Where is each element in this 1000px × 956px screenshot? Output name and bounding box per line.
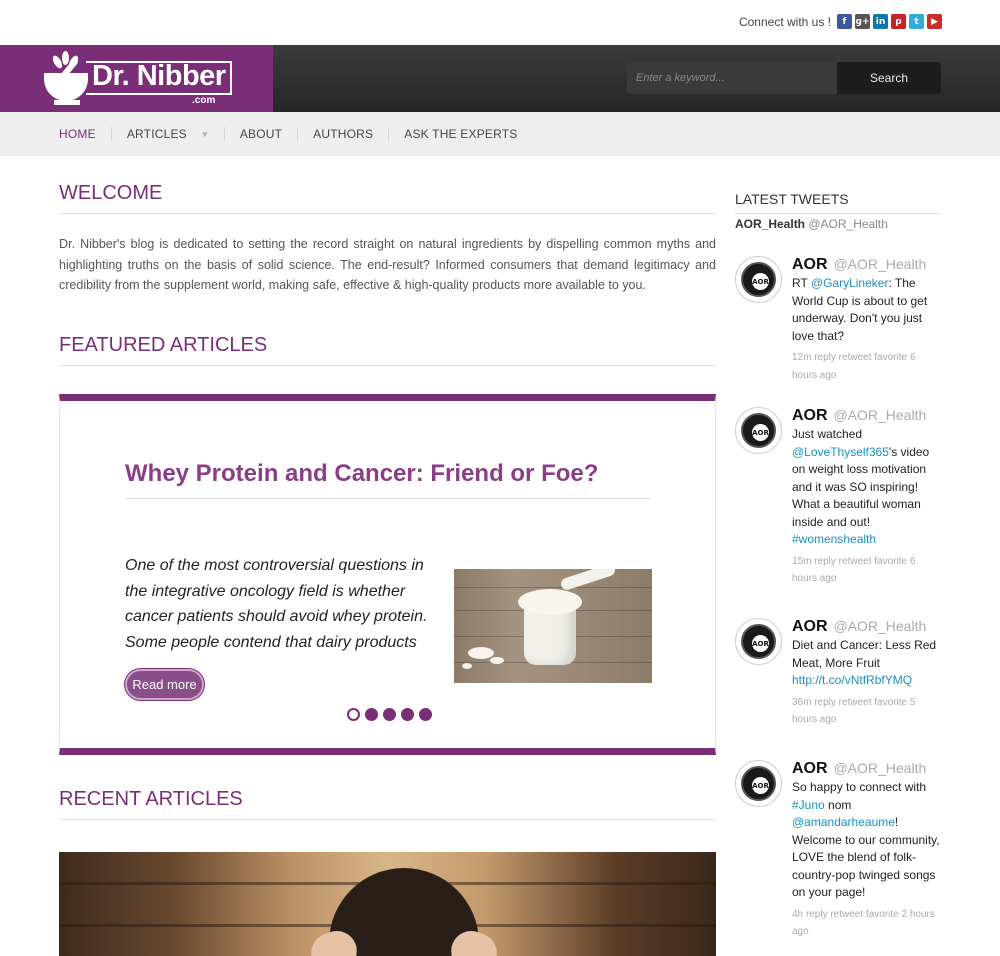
mortar-icon <box>44 73 88 101</box>
tweet-link[interactable]: @amandarheaume <box>792 815 895 829</box>
logo-tld: .com <box>192 95 216 106</box>
tweet-text: So happy to connect with #Juno nom @aman… <box>792 780 940 899</box>
twitter-icon[interactable]: t <box>909 14 924 29</box>
nav-separator <box>223 127 225 141</box>
slide-excerpt: One of the most controversial questions … <box>125 557 428 651</box>
featured-slider: Whey Protein and Cancer: Friend or Foe? … <box>59 394 716 755</box>
facebook-icon[interactable]: f <box>837 14 852 29</box>
slider-dot[interactable] <box>347 708 360 721</box>
avatar[interactable]: AOR <box>735 407 782 454</box>
tweet-meta[interactable]: 4h reply retweet favorite 2 hours ago <box>792 906 941 941</box>
top-bar: Connect with us ! f g+ in p t ▶ <box>0 0 1000 45</box>
tweet-author[interactable]: AOR @AOR_Health <box>792 407 941 425</box>
slider-dot[interactable] <box>419 708 432 721</box>
slider-dot[interactable] <box>401 708 414 721</box>
social-connect: Connect with us ! f g+ in p t ▶ <box>739 14 942 29</box>
tweet-author[interactable]: AOR @AOR_Health <box>792 618 941 636</box>
tweet-link[interactable]: @GaryLineker <box>811 276 889 290</box>
nav-item-ask-the-experts[interactable]: ASK THE EXPERTS <box>404 127 517 141</box>
slide-title[interactable]: Whey Protein and Cancer: Friend or Foe? <box>125 460 651 499</box>
google-plus-icon[interactable]: g+ <box>855 14 870 29</box>
avatar[interactable]: AOR <box>735 760 782 807</box>
latest-tweets-title: LATEST TWEETS <box>735 191 941 214</box>
tweet-link[interactable]: #womenshealth <box>792 532 876 546</box>
tweet-meta[interactable]: 15m reply retweet favorite 6 hours ago <box>792 553 941 588</box>
youtube-icon[interactable]: ▶ <box>927 14 942 29</box>
tweet-text: RT @GaryLineker: The World Cup is about … <box>792 276 928 343</box>
chevron-down-icon[interactable]: ▼ <box>201 130 209 139</box>
nav-separator <box>297 127 299 141</box>
tweet-link[interactable]: #Juno <box>792 798 825 812</box>
avatar[interactable]: AOR <box>735 618 782 665</box>
avatar[interactable]: AOR <box>735 256 782 303</box>
tweet-text: Just watched @LoveThyself365's video on … <box>792 427 930 546</box>
slider-dot[interactable] <box>365 708 378 721</box>
read-more-button[interactable]: Read more <box>125 669 204 700</box>
slide-image[interactable] <box>454 569 652 683</box>
site-header: Dr. Nibber .com Search <box>0 45 1000 112</box>
search-button[interactable]: Search <box>837 62 941 94</box>
search-input[interactable] <box>627 62 838 94</box>
tweet-author[interactable]: AOR @AOR_Health <box>792 760 941 778</box>
tweet-text: Diet and Cancer: Less Red Meat, More Fru… <box>792 638 937 687</box>
tweet-meta[interactable]: 12m reply retweet favorite 6 hours ago <box>792 349 941 384</box>
main-nav: HOME ARTICLES ▼ ABOUT AUTHORS ASK THE EXPERTS <box>0 112 1000 156</box>
featured-articles-title: FEATURED ARTICLES <box>59 334 716 366</box>
tweet-author[interactable]: AOR @AOR_Health <box>792 256 941 274</box>
twitter-user[interactable]: AOR_Health @AOR_Health <box>735 217 888 231</box>
tweet-link[interactable]: http://t.co/vNtfRbfYMQ <box>792 673 912 687</box>
recent-article-image[interactable] <box>59 852 716 956</box>
logo-name: Dr. Nibber <box>92 60 226 92</box>
pinterest-icon[interactable]: p <box>891 14 906 29</box>
nav-item-authors[interactable]: AUTHORS <box>313 127 373 141</box>
twitter-user-handle: @AOR_Health <box>808 217 888 231</box>
nav-item-home[interactable]: HOME <box>59 127 96 141</box>
twitter-user-name: AOR_Health <box>735 217 806 231</box>
logo[interactable]: Dr. Nibber .com <box>0 45 273 112</box>
nav-separator <box>110 127 112 141</box>
recent-articles-title: RECENT ARTICLES <box>59 788 716 820</box>
nav-separator <box>388 127 390 141</box>
connect-label: Connect with us ! <box>738 14 831 29</box>
slider-dot[interactable] <box>383 708 396 721</box>
welcome-text: Dr. Nibber's blog is dedicated to settin… <box>59 237 716 292</box>
tweet-link[interactable]: @LoveThyself365 <box>792 445 889 459</box>
nav-item-articles[interactable]: ARTICLES <box>127 127 187 141</box>
nav-item-about[interactable]: ABOUT <box>240 127 282 141</box>
linkedin-icon[interactable]: in <box>873 14 888 29</box>
search-form: Search <box>627 62 941 94</box>
tweet-meta[interactable]: 36m reply retweet favorite 5 hours ago <box>792 694 941 729</box>
welcome-title: WELCOME <box>59 182 716 214</box>
slider-pagination <box>347 708 432 721</box>
